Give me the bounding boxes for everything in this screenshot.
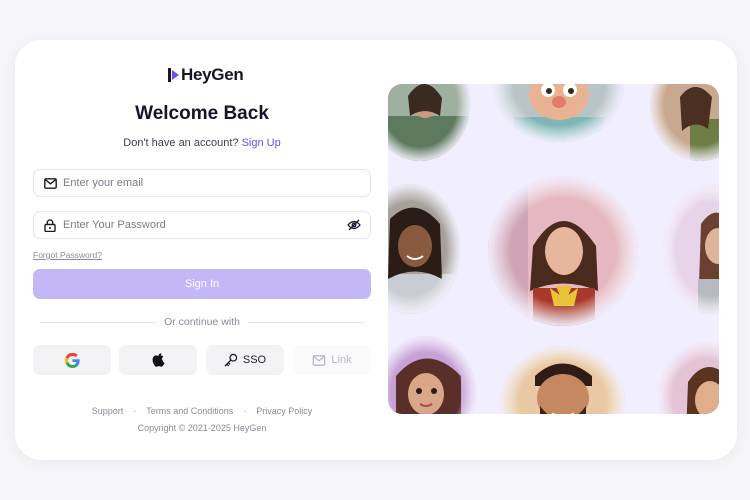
password-field[interactable] — [33, 211, 371, 239]
avatar-image — [494, 84, 624, 142]
avatar-image — [663, 184, 719, 314]
sso-login-button[interactable]: SSO — [206, 345, 284, 375]
avatar-image — [388, 336, 476, 414]
lock-icon — [43, 218, 57, 232]
signup-link[interactable]: Sign Up — [242, 137, 281, 149]
google-icon — [64, 352, 80, 368]
terms-link[interactable]: Terms and Conditions — [146, 406, 233, 416]
key-icon — [224, 353, 238, 367]
sign-in-button[interactable]: Sign In — [33, 269, 371, 299]
mail-icon — [43, 176, 57, 190]
page-title: Welcome Back — [135, 103, 269, 124]
apple-icon — [152, 352, 165, 367]
signup-prompt-text: Don't have an account? — [123, 137, 239, 149]
avatar-mosaic — [388, 84, 719, 414]
copyright-text: Copyright © 2021-2025 HeyGen — [137, 423, 267, 433]
sso-label: SSO — [242, 354, 267, 366]
footer-links: Support · Terms and Conditions · Privacy… — [33, 406, 371, 416]
avatar-image — [388, 184, 460, 314]
password-input[interactable] — [63, 219, 347, 231]
google-login-button[interactable] — [33, 345, 111, 375]
eye-off-icon[interactable] — [347, 218, 361, 232]
email-field[interactable] — [33, 169, 371, 197]
privacy-link[interactable]: Privacy Policy — [256, 406, 312, 416]
magic-link-button[interactable]: Link — [293, 345, 371, 375]
heygen-logo: HeyGen — [168, 65, 244, 84]
footer-separator: · — [243, 406, 247, 416]
heygen-logo-icon — [168, 68, 179, 82]
avatar-image — [650, 84, 719, 161]
continue-with-divider: Or continue with — [40, 316, 364, 328]
email-input[interactable] — [63, 177, 361, 189]
mail-icon — [313, 354, 326, 366]
divider-line-left — [40, 321, 157, 323]
avatar-image — [488, 176, 638, 326]
forgot-password-link[interactable]: Forgot Password? — [33, 250, 102, 260]
signup-prompt: Don't have an account? Sign Up — [33, 137, 371, 149]
divider-text: Or continue with — [164, 316, 240, 328]
support-link[interactable]: Support — [92, 406, 124, 416]
heygen-logo-text: HeyGen — [181, 65, 244, 84]
avatar-image — [388, 84, 470, 161]
link-label: Link — [331, 354, 352, 366]
apple-login-button[interactable] — [119, 345, 197, 375]
divider-line-right — [247, 321, 364, 323]
avatar-image — [658, 342, 719, 414]
avatar-image — [500, 346, 625, 414]
footer-separator: · — [133, 406, 137, 416]
